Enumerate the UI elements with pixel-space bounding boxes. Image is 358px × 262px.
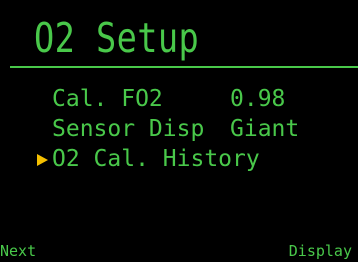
display-softkey[interactable]: Display bbox=[289, 242, 352, 260]
menu-item-label: O2 Cal. History bbox=[52, 146, 260, 172]
menu-item-cal-fo2[interactable]: Cal. FO2 0.98 bbox=[0, 86, 358, 112]
menu-item-sensor-disp[interactable]: Sensor Disp Giant bbox=[0, 116, 358, 142]
page-title: O2 Setup bbox=[34, 14, 200, 62]
menu-item-o2-cal-history[interactable]: O2 Cal. History bbox=[0, 146, 358, 172]
menu-item-value: 0.98 bbox=[230, 86, 286, 112]
menu-item-label: Cal. FO2 bbox=[52, 86, 163, 112]
title-divider bbox=[10, 66, 358, 68]
triangle-right-icon bbox=[37, 154, 48, 166]
menu-item-label: Sensor Disp bbox=[52, 116, 205, 142]
next-softkey[interactable]: Next bbox=[0, 242, 36, 260]
dive-computer-screen: O2 Setup Cal. FO2 0.98 Sensor Disp Giant… bbox=[0, 0, 358, 262]
menu-item-value: Giant bbox=[230, 116, 300, 142]
